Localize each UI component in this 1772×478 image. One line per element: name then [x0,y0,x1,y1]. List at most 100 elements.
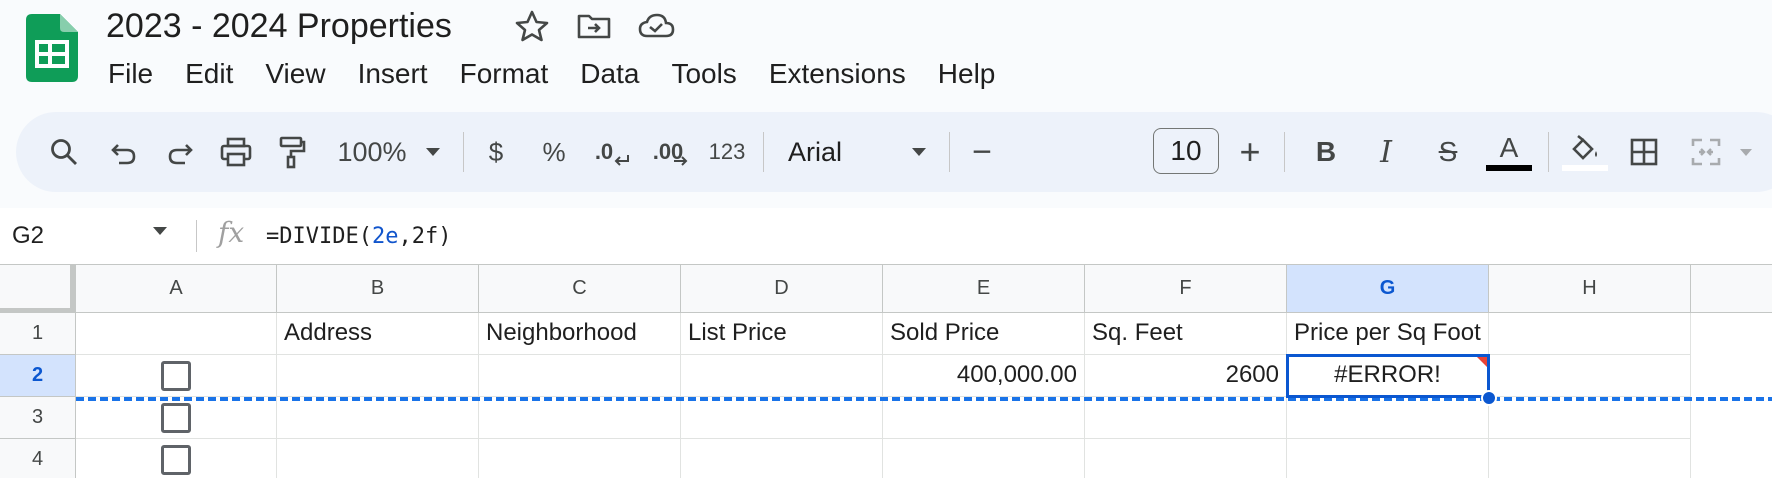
cell-a1[interactable] [76,313,277,355]
cell-e3[interactable] [883,397,1085,439]
increase-decimal-button[interactable]: .00 [646,112,696,192]
error-indicator-icon[interactable] [1477,357,1487,367]
cell-h4[interactable] [1489,439,1691,478]
cell-h1[interactable] [1489,313,1691,355]
menu-view[interactable]: View [265,54,325,94]
menu-extensions[interactable]: Extensions [769,54,906,94]
undo-icon[interactable] [104,112,144,192]
redo-icon[interactable] [160,112,200,192]
cell-e1[interactable]: Sold Price [883,313,1085,355]
cell-g3[interactable] [1287,397,1489,439]
fill-handle[interactable] [1481,390,1497,406]
select-all-corner[interactable] [0,265,76,313]
cell-e4[interactable] [883,439,1085,478]
checkbox-a3[interactable] [161,403,191,433]
toolbar: 100% $ % .0 .00 123 Arial − 10 + B I S A [16,112,1772,192]
menu-bar: File Edit View Insert Format Data Tools … [108,54,1027,94]
cell-d2[interactable] [681,355,883,397]
decrease-decimal-button[interactable]: .0 [590,112,634,192]
sheets-logo-icon[interactable] [26,14,78,82]
font-size-input[interactable]: 10 [1153,128,1219,174]
menu-data[interactable]: Data [580,54,639,94]
bold-button[interactable]: B [1308,112,1344,192]
text-color-label: A [1499,132,1519,163]
column-header-g[interactable]: G [1287,265,1489,313]
cell-g4[interactable] [1287,439,1489,478]
menu-file[interactable]: File [108,54,153,94]
checkbox-a2[interactable] [161,361,191,391]
column-header-b[interactable]: B [277,265,479,313]
formula-input[interactable]: =DIVIDE(2e,2f) [266,222,451,252]
strikethrough-button[interactable]: S [1430,112,1466,192]
format-percent-button[interactable]: % [536,112,572,192]
zoom-select[interactable]: 100% [332,112,412,192]
cell-c4[interactable] [479,439,681,478]
menu-edit[interactable]: Edit [185,54,233,94]
checkbox-a4[interactable] [161,445,191,475]
cell-g1[interactable]: Price per Sq Foot [1287,313,1489,355]
cell-f4[interactable] [1085,439,1287,478]
move-to-folder-icon[interactable] [574,8,614,44]
borders-icon[interactable] [1624,112,1664,192]
column-header-e[interactable]: E [883,265,1085,313]
cell-d3[interactable] [681,397,883,439]
row-header-4[interactable]: 4 [0,439,76,478]
print-icon[interactable] [216,112,256,192]
cell-c2[interactable] [479,355,681,397]
more-formats-button[interactable]: 123 [704,112,750,192]
row-header-2[interactable]: 2 [0,355,76,397]
cell-d1[interactable]: List Price [681,313,883,355]
star-icon[interactable] [512,8,552,44]
formula-prefix: =DIVIDE( [266,224,372,249]
cell-h3[interactable] [1489,397,1691,439]
menu-tools[interactable]: Tools [671,54,736,94]
column-header-f[interactable]: F [1085,265,1287,313]
fill-color-icon [1572,134,1597,160]
merge-cells-icon[interactable] [1686,112,1726,192]
column-header-a[interactable]: A [76,265,277,313]
column-header-i[interactable] [1691,265,1772,313]
format-currency-button[interactable]: $ [480,112,512,192]
row-header-3[interactable]: 3 [0,397,76,439]
name-box[interactable]: G2 [12,218,44,254]
cell-b4[interactable] [277,439,479,478]
formula-comma: , [398,224,412,249]
row-header-1[interactable]: 1 [0,313,76,355]
name-box-dropdown-icon[interactable] [152,226,168,236]
column-header-d[interactable]: D [681,265,883,313]
zoom-dropdown-icon[interactable] [418,112,448,192]
decrease-font-size-button[interactable]: − [964,112,1000,192]
font-family-select[interactable]: Arial [788,112,908,192]
cell-f2[interactable]: 2600 [1085,355,1287,397]
cell-f3[interactable] [1085,397,1287,439]
cell-b3[interactable] [277,397,479,439]
text-color-swatch [1486,165,1532,171]
cell-d4[interactable] [681,439,883,478]
cell-f1[interactable]: Sq. Feet [1085,313,1287,355]
document-title[interactable]: 2023 - 2024 Properties [106,4,452,48]
fill-color-button[interactable] [1562,112,1608,192]
column-header-c[interactable]: C [479,265,681,313]
merge-dropdown-icon[interactable] [1736,112,1756,192]
cell-b2[interactable] [277,355,479,397]
text-color-button[interactable]: A [1486,112,1532,192]
paint-format-icon[interactable] [272,112,312,192]
menu-insert[interactable]: Insert [358,54,428,94]
increase-font-size-button[interactable]: + [1232,112,1268,192]
search-menus-icon[interactable] [44,112,84,192]
cell-c3[interactable] [479,397,681,439]
cloud-saved-icon[interactable] [636,8,676,44]
cell-c1[interactable]: Neighborhood [479,313,681,355]
column-header-h[interactable]: H [1489,265,1691,313]
menu-format[interactable]: Format [460,54,549,94]
spreadsheet-grid: A B C D E F G H 1 2 3 4 Address Neighbor… [0,264,1772,478]
font-dropdown-icon[interactable] [904,112,934,192]
cell-b1[interactable]: Address [277,313,479,355]
cell-h2[interactable] [1489,355,1691,397]
italic-button[interactable]: I [1368,112,1404,192]
cell-g2[interactable]: #ERROR! [1287,355,1489,397]
menu-help[interactable]: Help [938,54,996,94]
cell-e2[interactable]: 400,000.00 [883,355,1085,397]
formula-bar: G2 fx =DIVIDE(2e,2f) [0,208,1772,264]
freeze-divider-line [76,397,1772,401]
